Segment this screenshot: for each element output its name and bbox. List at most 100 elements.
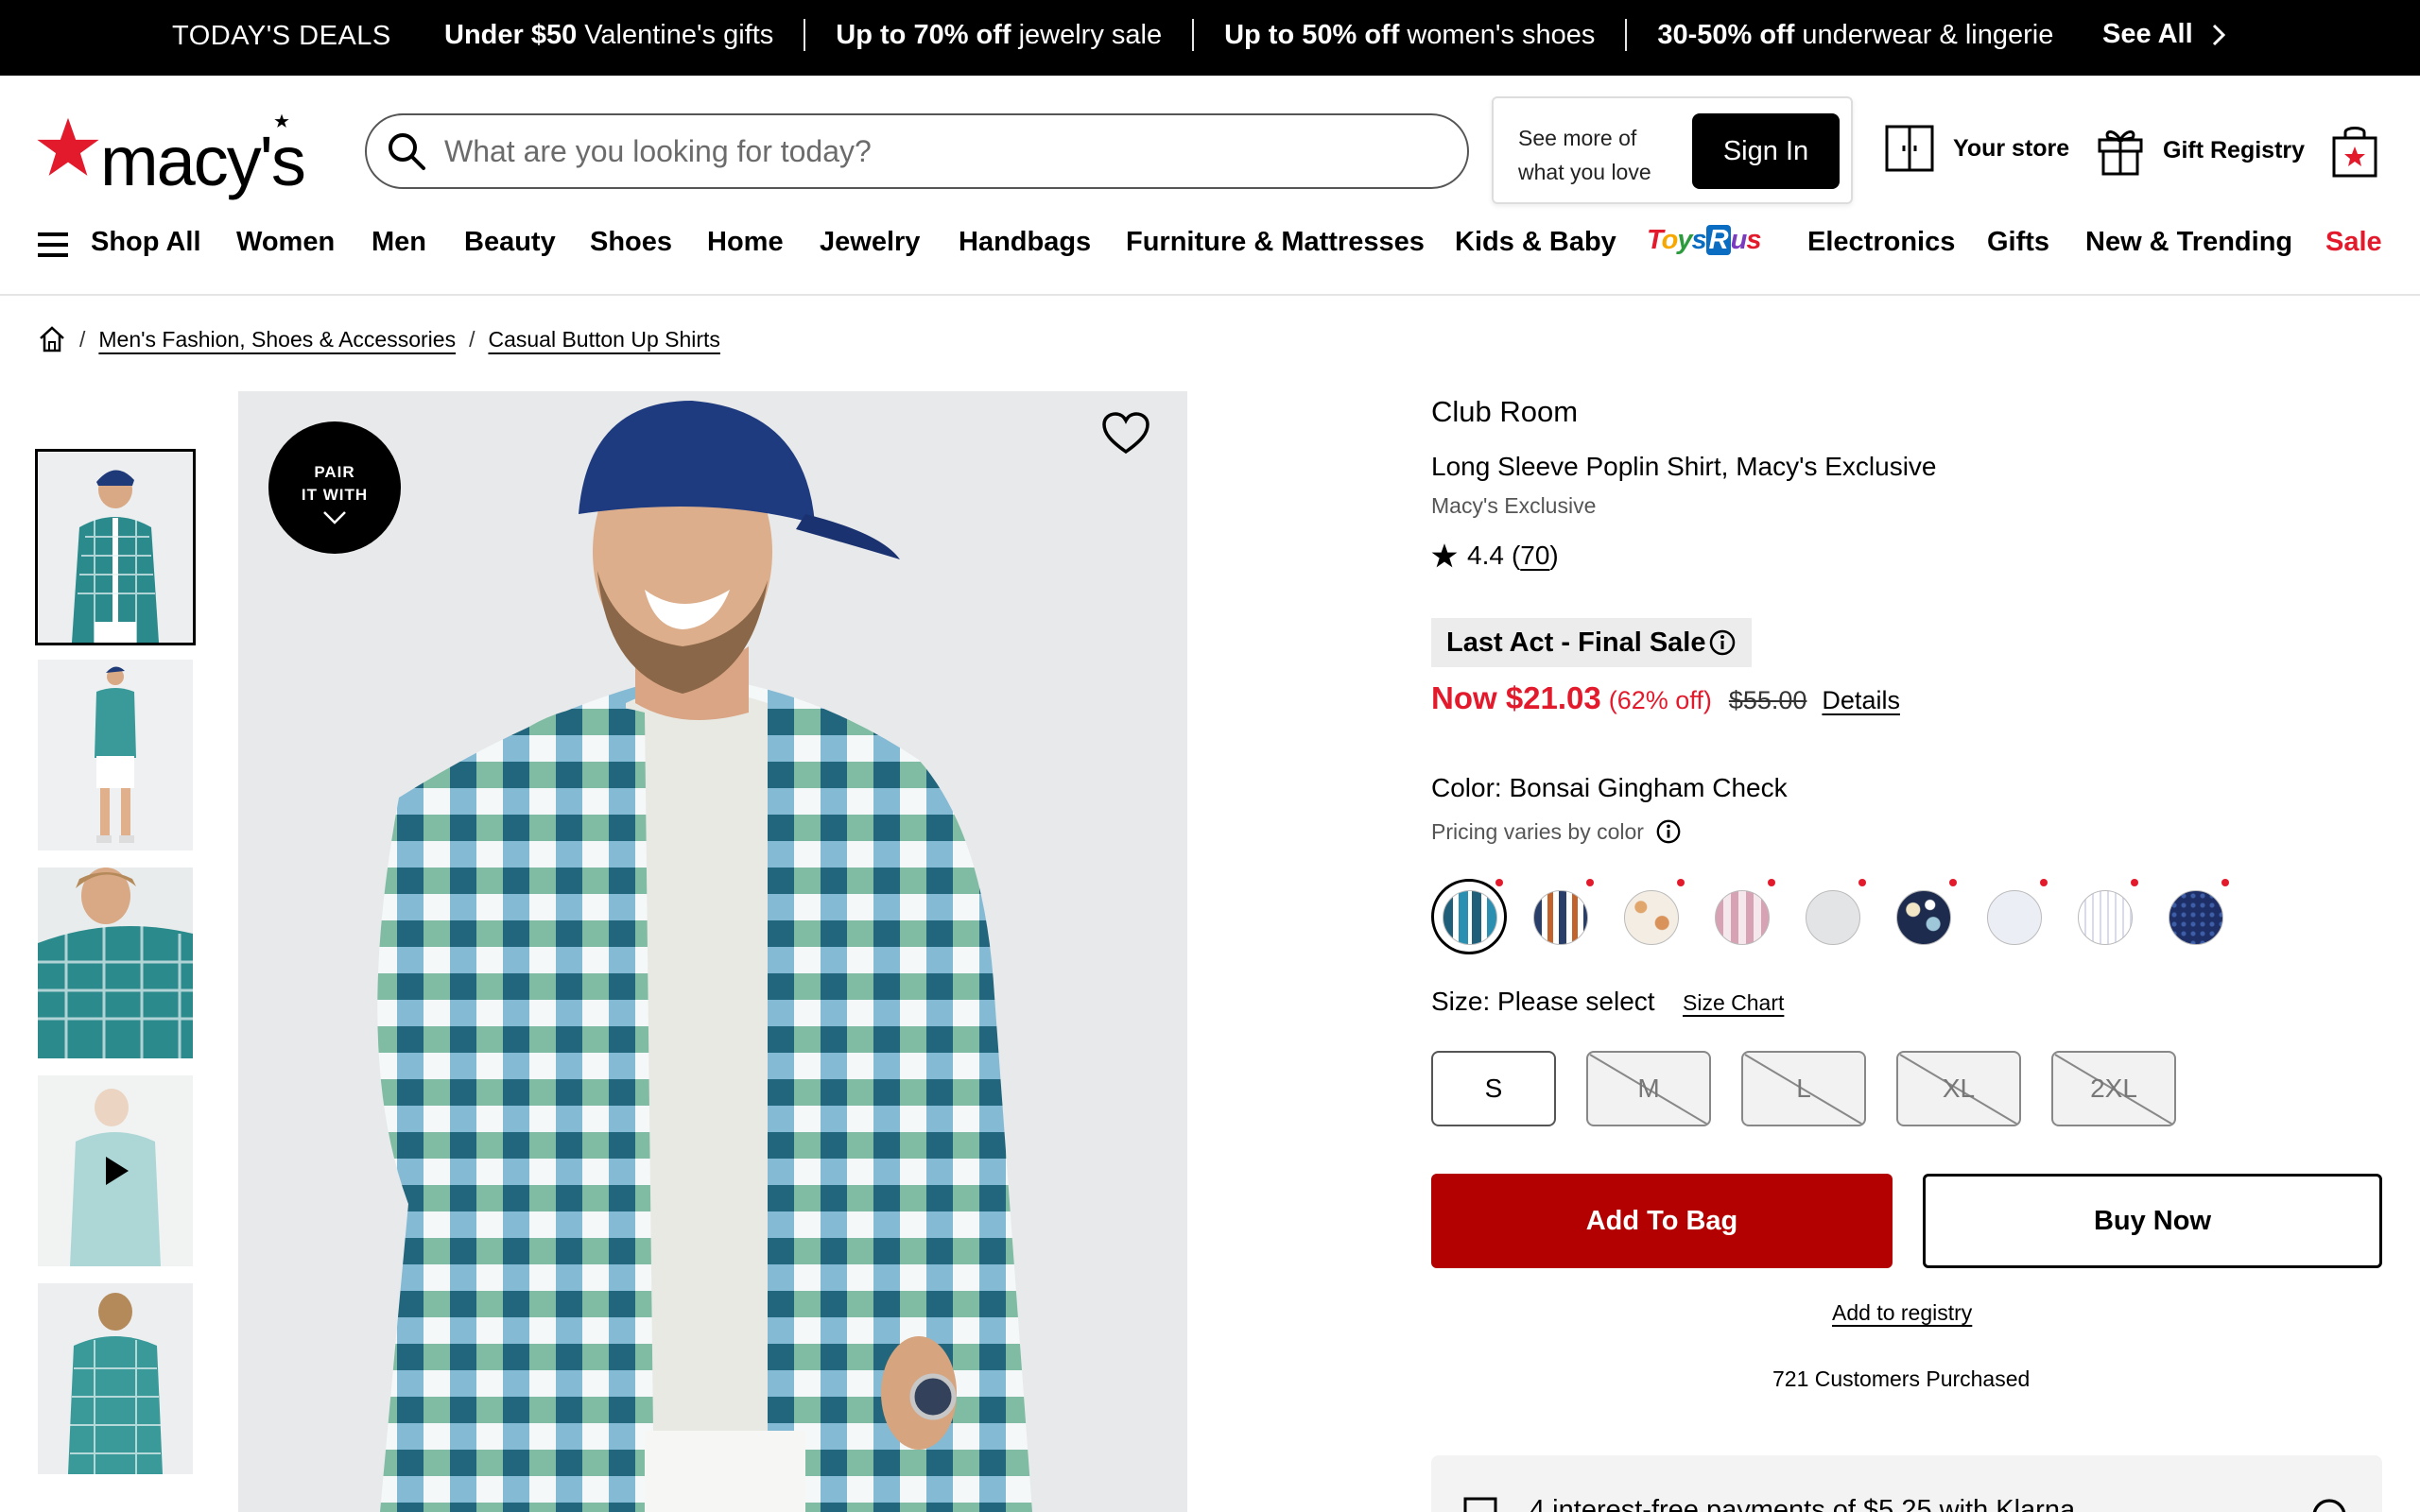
product-name: Long Sleeve Poplin Shirt, Macy's Exclusi…: [1431, 452, 1937, 481]
search-bar[interactable]: [365, 113, 1469, 189]
swatch-pale-lavender[interactable]: [1976, 879, 2051, 954]
breadcrumb-casual-shirts[interactable]: Casual Button Up Shirts: [488, 327, 719, 352]
nav-sale[interactable]: Sale: [2325, 227, 2382, 258]
toysrus-logo[interactable]: Toys Rus: [1647, 225, 1761, 256]
info-icon[interactable]: [1655, 818, 1682, 845]
exclusive-label: Macy's Exclusive: [1431, 493, 1597, 518]
promo-item-jewelry[interactable]: Up to 70% off jewelry sale: [836, 20, 1162, 51]
size-label: Size: Please select: [1431, 987, 1655, 1016]
swatch-navy-dot[interactable]: [2157, 879, 2233, 954]
nav-shoes[interactable]: Shoes: [590, 227, 672, 258]
product-rating[interactable]: 4.4 (70): [1431, 541, 1559, 571]
swatch-white-stripe[interactable]: [2066, 879, 2142, 954]
size-chart-link[interactable]: Size Chart: [1683, 990, 1784, 1016]
add-to-bag-button[interactable]: Add To Bag: [1431, 1174, 1893, 1268]
header-divider: [0, 294, 2420, 296]
main-nav: Shop All Women Men Beauty Shoes Home Jew…: [0, 219, 2420, 268]
sale-price: Now $21.03: [1431, 680, 1601, 715]
thumbnail-video[interactable]: [38, 1075, 193, 1266]
klarna-payment-banner: 4 interest-free payments of $5.25 with K…: [1431, 1455, 2382, 1512]
product-thumbnail-image: [38, 660, 193, 850]
nav-kids-baby[interactable]: Kids & Baby: [1455, 227, 1616, 258]
signin-panel: See more of what you love Sign In: [1492, 96, 1853, 204]
promo-item-valentines[interactable]: Under $50 Valentine's gifts: [444, 20, 773, 51]
size-xl[interactable]: XL: [1896, 1051, 2021, 1126]
discount-percent: (62% off): [1608, 686, 1712, 714]
chevron-right-icon: [2212, 24, 2225, 45]
nav-furniture[interactable]: Furniture & Mattresses: [1126, 227, 1425, 258]
gift-icon: [2098, 130, 2143, 176]
price-details-link[interactable]: Details: [1822, 686, 1900, 715]
nav-women[interactable]: Women: [236, 227, 335, 258]
nav-handbags[interactable]: Handbags: [959, 227, 1091, 258]
thumbnail-5[interactable]: [38, 1283, 193, 1474]
promo-item-lingerie[interactable]: 30-50% off underwear & lingerie: [1657, 20, 2053, 51]
swatch-pink-plaid[interactable]: [1703, 879, 1779, 954]
pricing-varies-note: Pricing varies by color: [1431, 818, 1682, 845]
star-icon: [1431, 543, 1458, 568]
price-block: Now $21.03 (62% off) $55.00 Details: [1431, 680, 1900, 716]
swatch-light-grey[interactable]: [1794, 879, 1870, 954]
signin-prompt: See more of what you love: [1518, 126, 1651, 184]
swatch-navy-floral[interactable]: [1885, 879, 1961, 954]
shopping-bag-icon[interactable]: [2331, 123, 2378, 178]
swatch-floral-tan[interactable]: [1613, 879, 1688, 954]
see-all-link[interactable]: See All: [2102, 19, 2225, 50]
buy-now-button[interactable]: Buy Now: [1923, 1174, 2382, 1268]
product-brand[interactable]: Club Room: [1431, 395, 1578, 429]
promo-divider: [1625, 19, 1628, 51]
sign-in-button[interactable]: Sign In: [1692, 113, 1840, 189]
pair-it-with-button[interactable]: PAIR IT WITH: [268, 421, 401, 554]
todays-deals-label[interactable]: TODAY'S DEALS: [172, 21, 391, 52]
product-photo: [238, 391, 1187, 1512]
size-2xl[interactable]: 2XL: [2051, 1051, 2176, 1126]
nav-new-trending[interactable]: New & Trending: [2085, 227, 2292, 258]
nav-beauty[interactable]: Beauty: [464, 227, 556, 258]
original-price: $55.00: [1728, 686, 1807, 714]
sale-dot: [1677, 879, 1685, 886]
nav-men[interactable]: Men: [372, 227, 426, 258]
your-store-link[interactable]: Your store: [1885, 125, 2069, 172]
info-icon[interactable]: [2310, 1497, 2348, 1512]
promo-item-shoes[interactable]: Up to 50% off women's shoes: [1224, 20, 1595, 51]
review-count[interactable]: 70: [1520, 541, 1549, 571]
customers-purchased-count: 721 Customers Purchased: [1772, 1366, 2031, 1391]
nav-gifts[interactable]: Gifts: [1987, 227, 2049, 258]
rating-value: 4.4: [1467, 541, 1504, 570]
main-product-image[interactable]: PAIR IT WITH: [238, 391, 1187, 1512]
sale-dot: [1949, 879, 1957, 886]
breadcrumb-mens-fashion[interactable]: Men's Fashion, Shoes & Accessories: [98, 327, 456, 352]
promo-items: Under $50 Valentine's gifts Up to 70% off…: [444, 19, 2053, 51]
product-thumbnail-image: [38, 452, 193, 643]
size-m[interactable]: M: [1586, 1051, 1711, 1126]
search-input[interactable]: [444, 133, 1390, 169]
sale-dot: [1495, 879, 1503, 886]
color-label: Color: Bonsai Gingham Check: [1431, 773, 1788, 802]
sale-dot: [2221, 879, 2229, 886]
thumbnail-1[interactable]: [35, 449, 196, 645]
nav-home[interactable]: Home: [707, 227, 784, 258]
thumbnail-3[interactable]: [38, 868, 193, 1058]
breadcrumb: / Men's Fashion, Shoes & Accessories / C…: [38, 325, 720, 353]
macys-logo[interactable]: macy's: [36, 110, 312, 200]
nav-jewelry[interactable]: Jewelry: [820, 227, 920, 258]
swatch-bonsai-gingham[interactable]: [1431, 879, 1507, 954]
size-l[interactable]: L: [1741, 1051, 1866, 1126]
promo-bar: TODAY'S DEALS Under $50 Valentine's gifts…: [0, 0, 2420, 76]
info-icon[interactable]: [1708, 628, 1737, 657]
final-sale-badge: Last Act - Final Sale: [1431, 618, 1752, 667]
search-icon: [389, 133, 425, 170]
thumbnail-2[interactable]: [38, 660, 193, 850]
size-s[interactable]: S: [1431, 1051, 1556, 1126]
home-icon[interactable]: [38, 325, 66, 353]
chevron-down-icon: [323, 511, 346, 524]
swatch-plaid-orange[interactable]: [1522, 879, 1598, 954]
sale-dot: [1858, 879, 1866, 886]
nav-shop-all[interactable]: Shop All: [91, 227, 201, 258]
menu-icon[interactable]: [38, 232, 68, 257]
gift-registry-link[interactable]: Gift Registry: [2097, 125, 2305, 176]
nav-electronics[interactable]: Electronics: [1807, 227, 1955, 258]
add-to-registry-link[interactable]: Add to registry: [1832, 1300, 1972, 1326]
product-thumbnail-image: [38, 1283, 193, 1474]
heart-icon[interactable]: [1102, 412, 1150, 455]
